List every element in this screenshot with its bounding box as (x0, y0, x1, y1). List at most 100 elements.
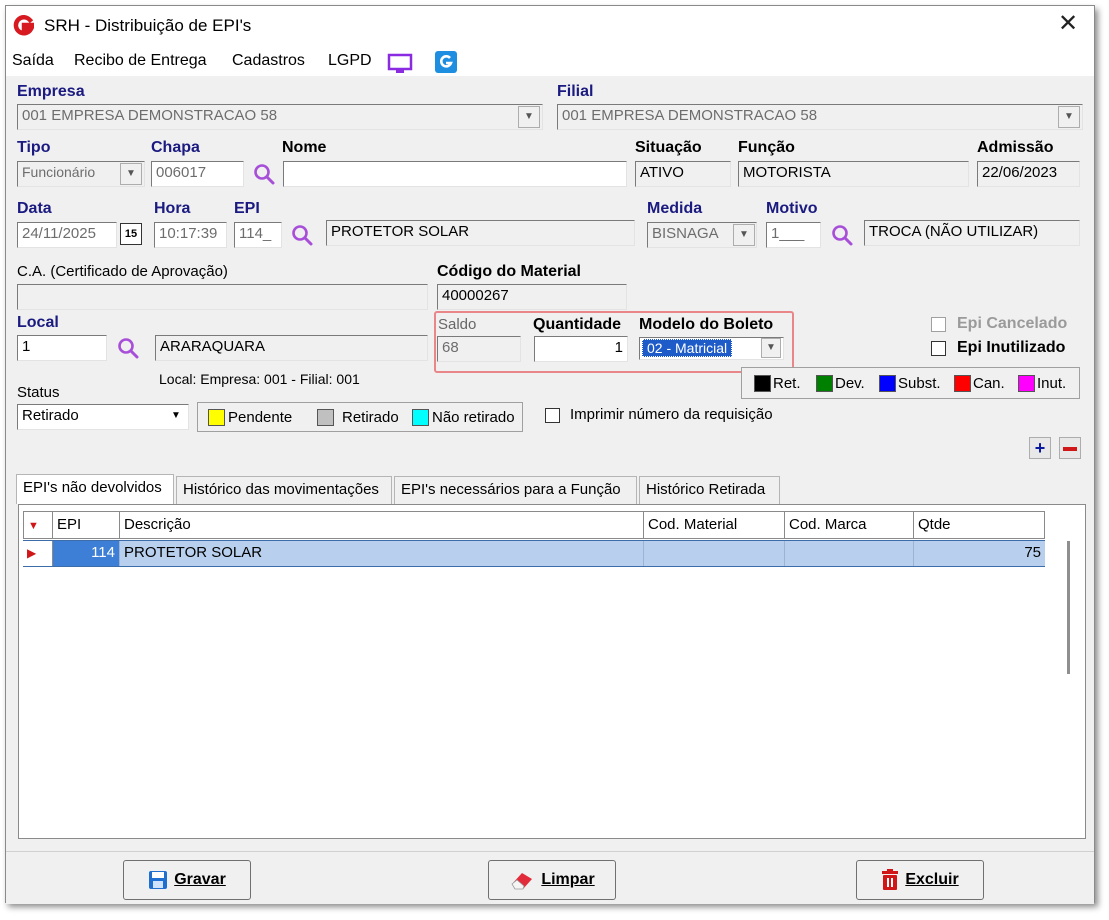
table-row[interactable]: ▶ 114 PROTETOR SOLAR 75 (23, 540, 1045, 567)
pendente-label: Pendente (228, 409, 293, 426)
add-item-button[interactable]: + (1029, 437, 1051, 459)
trash-icon (882, 869, 899, 890)
epi-code-input[interactable]: 114_ (234, 222, 282, 248)
situacao-label: Situação (635, 139, 702, 156)
calendar-icon[interactable]: 15 (120, 223, 142, 245)
legend-ret-label: Ret. (773, 375, 801, 392)
triangle-right-icon: ▶ (27, 546, 37, 560)
epi-inutilizado-checkbox[interactable] (931, 341, 946, 356)
imprimir-requisicao-checkbox[interactable] (545, 408, 560, 423)
app-g-icon[interactable] (435, 51, 457, 73)
menu-recibo-entrega[interactable]: Recibo de Entrega (74, 52, 207, 70)
close-icon[interactable]: ✕ (1058, 12, 1078, 36)
main-window: SRH - Distribuição de EPI's ✕ Saída Reci… (5, 5, 1095, 904)
codigo-material-label: Código do Material (437, 263, 581, 280)
hora-input[interactable]: 10:17:39 (154, 222, 227, 248)
epi-cancelado-checkbox[interactable] (931, 317, 946, 332)
chevron-down-icon[interactable]: ▼ (1058, 106, 1080, 128)
col-descricao[interactable]: Descrição (120, 511, 644, 539)
motivo-code-value: 1___ (771, 225, 805, 242)
gravar-button[interactable]: Gravar (123, 860, 251, 900)
nao-retirado-label: Não retirado (432, 409, 515, 426)
medida-value: BISNAGA (652, 225, 719, 242)
epi-label: EPI (234, 200, 260, 217)
ca-field (17, 284, 428, 310)
retirado-swatch (317, 409, 334, 426)
pendente-swatch (208, 409, 225, 426)
modelo-boleto-label: Modelo do Boleto (639, 316, 774, 333)
eraser-icon (511, 873, 533, 890)
local-code-input[interactable]: 1 (17, 335, 107, 361)
col-epi[interactable]: EPI (53, 511, 120, 539)
chapa-value: 006017 (156, 164, 207, 181)
legend-subst-label: Subst. (898, 375, 941, 392)
save-icon (149, 871, 168, 889)
chevron-down-icon[interactable]: ▼ (518, 106, 540, 128)
situacao-value: ATIVO (640, 164, 684, 181)
legend-can-swatch (954, 375, 971, 392)
monitor-icon[interactable] (387, 53, 413, 75)
search-icon[interactable] (252, 162, 276, 186)
tab-label: EPI's necessários para a Função (401, 481, 621, 498)
menu-saida[interactable]: Saída (12, 52, 54, 70)
local-info: Local: Empresa: 001 - Filial: 001 (159, 371, 360, 387)
situacao-field: ATIVO (635, 161, 731, 187)
status-legend: Pendente Retirado Não retirado (197, 402, 523, 432)
menu-lgpd[interactable]: LGPD (328, 52, 372, 70)
vertical-scrollbar[interactable] (1067, 541, 1070, 674)
filial-label: Filial (557, 83, 594, 100)
nome-label: Nome (282, 139, 327, 156)
chevron-down-icon[interactable]: ▼ (761, 338, 781, 358)
chevron-down-icon[interactable]: ▼ (120, 163, 142, 185)
sort-indicator-cell[interactable]: ▼ (23, 511, 53, 539)
chapa-label: Chapa (151, 139, 200, 156)
col-qtde[interactable]: Qtde (914, 511, 1045, 539)
hora-value: 10:17:39 (159, 225, 218, 242)
codigo-material-field: 40000267 (437, 284, 627, 310)
search-icon[interactable] (290, 223, 314, 247)
epi-cancelado-label: Epi Cancelado (957, 315, 1068, 332)
chapa-input[interactable]: 006017 (151, 161, 244, 187)
quantidade-input[interactable]: 1 (534, 336, 628, 362)
menu-cadastros[interactable]: Cadastros (232, 52, 305, 70)
chevron-down-icon[interactable]: ▼ (165, 406, 187, 428)
empresa-select[interactable]: 001 EMPRESA DEMONSTRACAO 58 (17, 104, 543, 130)
nome-input[interactable] (283, 161, 627, 187)
legend-ret-swatch (754, 375, 771, 392)
remove-item-button[interactable] (1059, 437, 1081, 459)
menu-bar: Saída Recibo de Entrega Cadastros LGPD (6, 46, 1094, 76)
status-select[interactable]: Retirado (17, 404, 189, 430)
data-value: 24/11/2025 (22, 225, 96, 242)
motivo-code-input[interactable]: 1___ (766, 222, 821, 248)
tab-label: Histórico Retirada (646, 481, 766, 498)
excluir-button[interactable]: Excluir (856, 860, 984, 900)
col-cod-marca[interactable]: Cod. Marca (785, 511, 914, 539)
color-legend: Ret. Dev. Subst. Can. Inut. (741, 367, 1080, 399)
tab-epis-nao-devolvidos[interactable]: EPI's não devolvidos (16, 474, 174, 504)
local-desc-field: ARARAQUARA (155, 335, 428, 361)
saldo-label: Saldo (438, 316, 477, 333)
row-indicator: ▶ (23, 541, 53, 566)
saldo-value: 68 (442, 339, 459, 356)
tab-historico-movimentacoes[interactable]: Histórico das movimentações (176, 476, 392, 504)
tab-historico-retirada[interactable]: Histórico Retirada (639, 476, 780, 504)
status-value: Retirado (22, 407, 79, 424)
search-icon[interactable] (116, 336, 140, 360)
admissao-value: 22/06/2023 (982, 164, 1058, 181)
admissao-field: 22/06/2023 (977, 161, 1080, 187)
epi-desc-field: PROTETOR SOLAR (326, 220, 635, 246)
ca-label: C.A. (Certificado de Aprovação) (17, 263, 228, 280)
chevron-down-icon[interactable]: ▼ (733, 224, 755, 246)
filial-select[interactable]: 001 EMPRESA DEMONSTRACAO 58 (557, 104, 1083, 130)
tab-label: Histórico das movimentações (183, 481, 379, 498)
tab-epis-necessarios-funcao[interactable]: EPI's necessários para a Função (394, 476, 637, 504)
search-icon[interactable] (830, 223, 854, 247)
imprimir-requisicao-label: Imprimir número da requisição (570, 406, 773, 423)
cell-cod-material (644, 541, 785, 566)
col-cod-material[interactable]: Cod. Material (644, 511, 785, 539)
data-input[interactable]: 24/11/2025 (17, 222, 117, 248)
medida-label: Medida (647, 200, 703, 217)
nao-retirado-swatch (412, 409, 429, 426)
cell-descricao: PROTETOR SOLAR (120, 541, 644, 566)
limpar-button[interactable]: Limpar (488, 860, 616, 900)
